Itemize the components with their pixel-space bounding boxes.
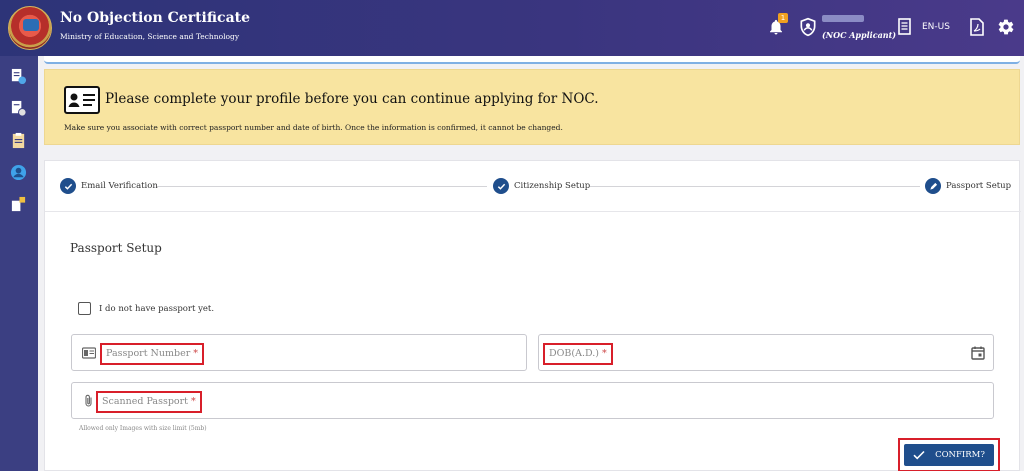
dob-field[interactable]: DOB(A.D.) * bbox=[538, 334, 994, 371]
no-passport-option[interactable]: I do not have passport yet. bbox=[78, 302, 214, 315]
no-passport-label: I do not have passport yet. bbox=[99, 303, 215, 314]
no-passport-checkbox[interactable] bbox=[78, 302, 91, 315]
step-connector bbox=[157, 186, 487, 187]
badge-icon[interactable] bbox=[10, 196, 27, 213]
step-label: Passport Setup bbox=[946, 181, 1012, 191]
profile-setup-card: Email Verification Citizenship Setup Pas… bbox=[44, 160, 1021, 471]
nepal-emblem-logo bbox=[8, 6, 52, 50]
step-email-verification[interactable]: Email Verification bbox=[60, 178, 158, 194]
paperclip-icon bbox=[85, 394, 92, 407]
step-label: Email Verification bbox=[81, 181, 158, 191]
calendar-icon[interactable] bbox=[971, 346, 985, 360]
language-selector[interactable]: EN-US bbox=[922, 22, 950, 32]
confirm-button[interactable]: CONFIRM? bbox=[904, 444, 994, 466]
step-passport-setup[interactable]: Passport Setup bbox=[925, 178, 1011, 194]
check-icon bbox=[913, 450, 925, 460]
document-add-icon[interactable] bbox=[10, 68, 27, 85]
passport-number-field[interactable]: Passport Number * bbox=[71, 334, 527, 371]
gear-icon[interactable] bbox=[997, 18, 1015, 36]
pdf-icon[interactable] bbox=[970, 18, 984, 36]
check-icon bbox=[493, 178, 509, 194]
user-shield-icon[interactable] bbox=[798, 16, 818, 38]
dob-placeholder: DOB(A.D.) * bbox=[543, 343, 613, 365]
step-label: Citizenship Setup bbox=[514, 181, 591, 191]
scanned-passport-placeholder: Scanned Passport * bbox=[96, 391, 202, 413]
notice-heading: Please complete your profile before you … bbox=[105, 91, 599, 107]
app-header: No Objection Certificate Ministry of Edu… bbox=[0, 0, 1024, 56]
pencil-icon bbox=[925, 178, 941, 194]
app-title: No Objection Certificate bbox=[60, 10, 251, 26]
app-title-block: No Objection Certificate Ministry of Edu… bbox=[60, 10, 250, 41]
confirm-label: CONFIRM? bbox=[935, 450, 985, 460]
check-icon bbox=[60, 178, 76, 194]
upload-hint: Allowed only Images with size limit (5mb… bbox=[79, 425, 207, 432]
clipboard-icon[interactable] bbox=[10, 132, 27, 149]
document-settings-icon[interactable] bbox=[10, 100, 27, 117]
stepper: Email Verification Citizenship Setup Pas… bbox=[45, 161, 1021, 212]
notification-badge: 1 bbox=[778, 13, 788, 23]
scanned-passport-field[interactable]: Scanned Passport * bbox=[71, 382, 994, 419]
profile-notice: Please complete your profile before you … bbox=[44, 69, 1020, 145]
user-id: 9841234455 bbox=[822, 15, 864, 24]
confirm-highlight: CONFIRM? bbox=[898, 438, 1000, 471]
user-circle-icon[interactable] bbox=[10, 164, 27, 181]
top-strip bbox=[44, 56, 1020, 64]
id-card-icon bbox=[64, 86, 100, 114]
user-role: (NOC Applicant) bbox=[822, 30, 897, 40]
notice-text: Make sure you associate with correct pas… bbox=[64, 123, 563, 132]
step-connector bbox=[590, 186, 920, 187]
id-card-icon bbox=[82, 347, 96, 359]
document-icon[interactable] bbox=[898, 18, 912, 36]
step-citizenship-setup[interactable]: Citizenship Setup bbox=[493, 178, 590, 194]
passport-number-placeholder: Passport Number * bbox=[100, 343, 205, 365]
section-title: Passport Setup bbox=[70, 241, 162, 255]
app-subtitle: Ministry of Education, Science and Techn… bbox=[60, 32, 240, 41]
sidebar bbox=[0, 56, 38, 471]
